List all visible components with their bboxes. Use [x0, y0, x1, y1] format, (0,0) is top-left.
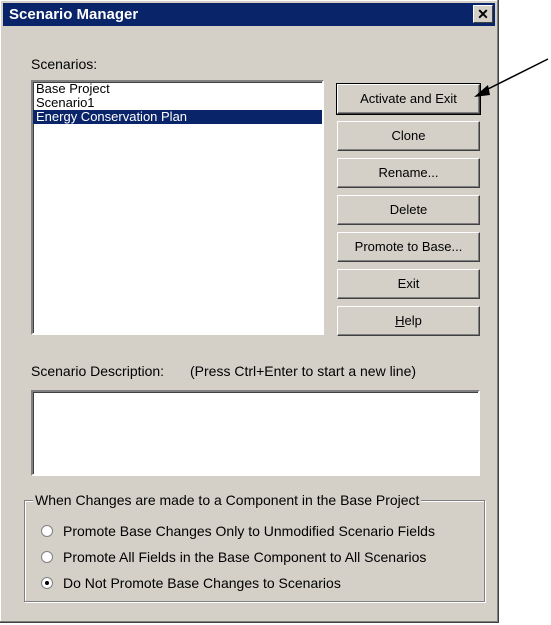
- groupbox-legend: When Changes are made to a Component in …: [33, 492, 422, 508]
- list-item[interactable]: Scenario1: [33, 96, 322, 110]
- help-button[interactable]: Help: [337, 306, 480, 336]
- radio-label: Do Not Promote Base Changes to Scenarios: [63, 575, 341, 591]
- help-mnemonic: H: [395, 313, 405, 328]
- radio-promote-unmodified[interactable]: Promote Base Changes Only to Unmodified …: [41, 523, 435, 539]
- window-title: Scenario Manager: [9, 6, 139, 23]
- radio-button[interactable]: [41, 551, 53, 563]
- radio-label: Promote Base Changes Only to Unmodified …: [63, 523, 435, 539]
- scenario-description-input[interactable]: [31, 390, 480, 476]
- description-label: Scenario Description:: [31, 363, 165, 379]
- list-item[interactable]: Energy Conservation Plan: [33, 110, 322, 124]
- clone-button[interactable]: Clone: [337, 121, 480, 151]
- radio-button[interactable]: [41, 577, 53, 589]
- radio-do-not-promote[interactable]: Do Not Promote Base Changes to Scenarios: [41, 575, 341, 591]
- radio-promote-all-fields[interactable]: Promote All Fields in the Base Component…: [41, 549, 426, 565]
- list-item[interactable]: Base Project: [33, 82, 322, 96]
- activate-and-exit-button[interactable]: Activate and Exit: [336, 83, 481, 115]
- promote-to-base-button[interactable]: Promote to Base...: [337, 232, 480, 262]
- description-hint: (Press Ctrl+Enter to start a new line): [190, 363, 417, 379]
- close-icon: ✕: [477, 6, 489, 22]
- base-changes-groupbox: When Changes are made to a Component in …: [24, 492, 485, 602]
- radio-button[interactable]: [41, 525, 53, 537]
- scenarios-label: Scenarios:: [31, 56, 98, 72]
- rename-button[interactable]: Rename...: [337, 158, 480, 188]
- scenario-manager-dialog: Scenario Manager ✕ Scenarios: Base Proje…: [0, 0, 499, 623]
- title-bar[interactable]: Scenario Manager ✕: [3, 3, 495, 26]
- exit-button[interactable]: Exit: [337, 269, 480, 299]
- arrow-pointer-icon: [474, 58, 549, 97]
- radio-label: Promote All Fields in the Base Component…: [63, 549, 427, 565]
- delete-button[interactable]: Delete: [337, 195, 480, 225]
- scenarios-listbox[interactable]: Base Project Scenario1 Energy Conservati…: [31, 80, 324, 335]
- help-label-rest: elp: [404, 313, 422, 328]
- close-button[interactable]: ✕: [473, 5, 493, 23]
